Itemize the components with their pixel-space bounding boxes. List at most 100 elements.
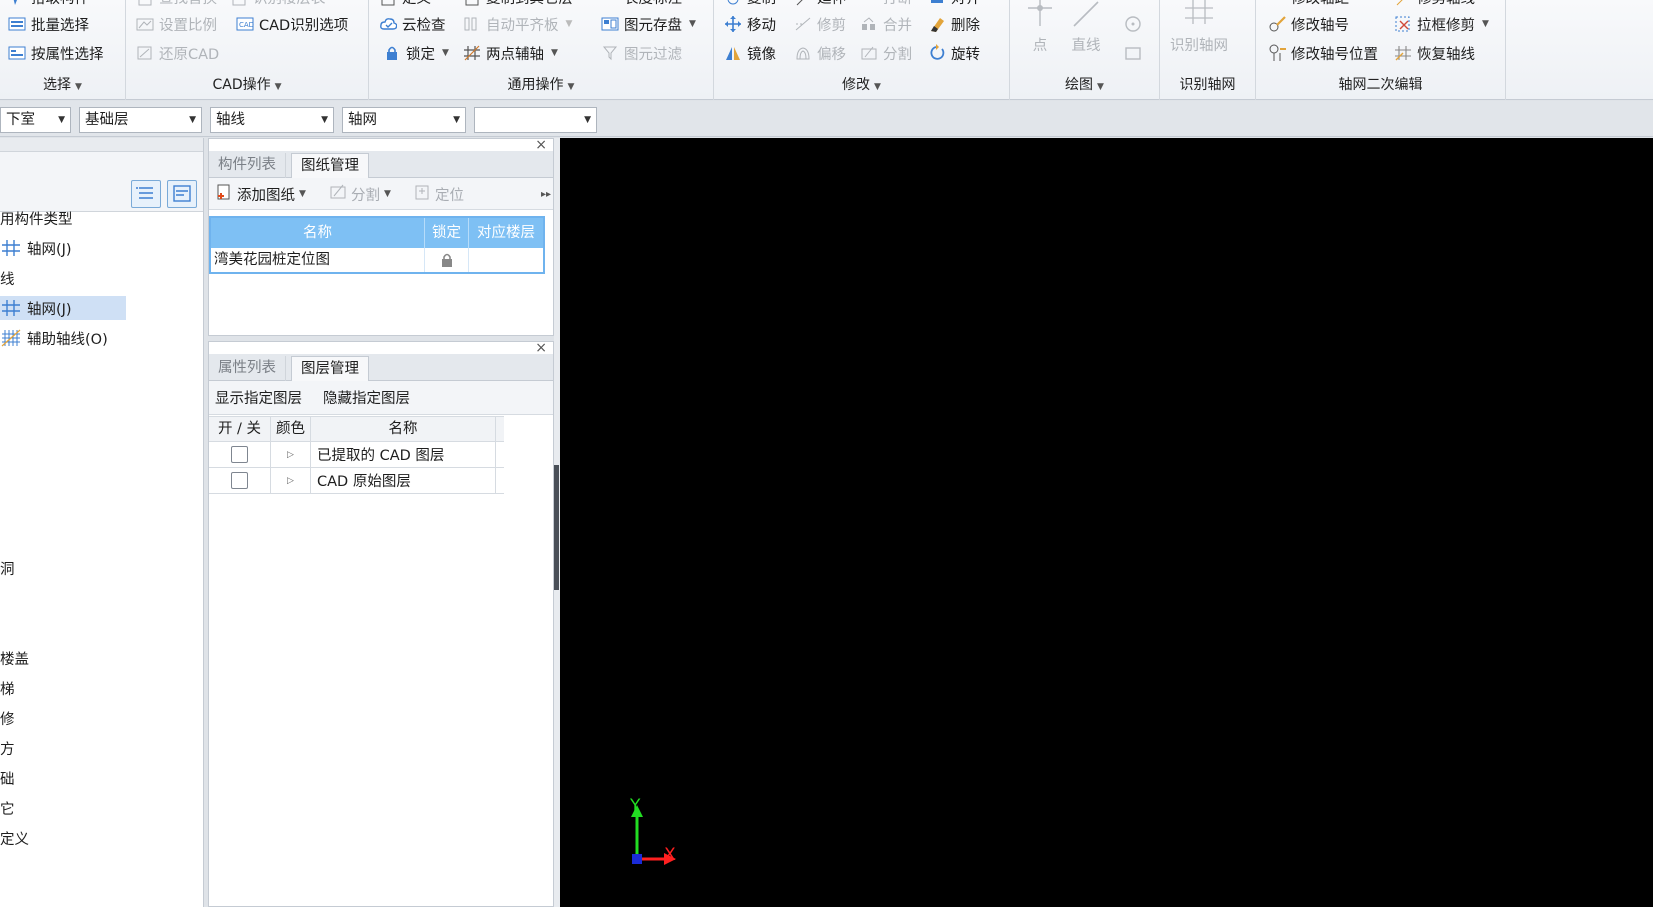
layer-visibility-checkbox[interactable]: [231, 446, 248, 463]
length-dimension-button[interactable]: 长度标注: [601, 0, 682, 8]
group-label-cad[interactable]: CAD操作 ▼: [126, 74, 368, 94]
draw-point-button[interactable]: 点: [1022, 0, 1058, 55]
table-row[interactable]: ▷ CAD 原始图层: [209, 468, 504, 494]
layer-name-cell: CAD 原始图层: [311, 468, 496, 493]
lock-cell[interactable]: [425, 248, 469, 272]
tab-drawing-management[interactable]: 图纸管理: [291, 153, 369, 178]
define-button[interactable]: 定义: [379, 0, 431, 8]
lock-button[interactable]: 锁定 ▼: [383, 41, 449, 65]
copy-to-other-floor-button[interactable]: 复制到其它层: [463, 0, 573, 8]
group-label-modify[interactable]: 修改 ▼: [714, 74, 1009, 94]
restore-axis-button[interactable]: 恢复轴线: [1394, 41, 1475, 65]
tree-category-other[interactable]: 它: [0, 796, 15, 820]
restore-cad-button[interactable]: 还原CAD: [136, 41, 219, 65]
merge-button[interactable]: 合并: [860, 12, 912, 36]
tab-component-list[interactable]: 构件列表: [209, 153, 286, 178]
copy-button[interactable]: 复制: [724, 0, 776, 8]
column-header-layer-name[interactable]: 名称: [311, 417, 496, 441]
edit-axis-number-position-button[interactable]: 修改轴号位置: [1268, 41, 1378, 65]
ribbon-group-modify: 复制 延伸 打断 对齐 移动 修剪: [714, 0, 1010, 100]
component-type-dropdown[interactable]: 轴网 ▼: [342, 107, 466, 133]
tree-category-axis[interactable]: 线: [0, 266, 15, 290]
auto-level-slab-button[interactable]: 自动平齐板 ▼: [463, 12, 572, 36]
show-layer-button[interactable]: 显示指定图层: [215, 385, 302, 409]
batch-select-button[interactable]: 批量选择: [8, 12, 89, 36]
splitter-grip[interactable]: [554, 465, 559, 590]
trim-button[interactable]: 修剪: [794, 12, 846, 36]
detail-view-icon: [173, 185, 191, 202]
break-button[interactable]: 打断: [860, 0, 912, 8]
tree-category-stairs[interactable]: 梯: [0, 676, 15, 700]
mirror-button[interactable]: 镜像: [724, 41, 776, 65]
pick-component-button[interactable]: 拾取构件: [8, 0, 89, 8]
table-row[interactable]: 湾美花园桩定位图: [211, 248, 543, 272]
expand-triangle-icon[interactable]: ▷: [271, 442, 311, 467]
tree-category-earthwork[interactable]: 方: [0, 736, 15, 760]
edit-axis-distance-button[interactable]: 修改轴距: [1268, 0, 1349, 8]
table-row[interactable]: ▷ 已提取的 CAD 图层: [209, 442, 504, 468]
add-drawing-button[interactable]: 添加图纸 ▼: [215, 182, 306, 206]
draw-rectangle-button[interactable]: [1124, 41, 1142, 65]
tree-category-foundation[interactable]: 础: [0, 766, 15, 790]
column-header-color[interactable]: 颜色: [271, 417, 311, 441]
tree-item-aux-axis[interactable]: 辅助轴线(O): [0, 326, 108, 350]
floor-dropdown[interactable]: 下室 ▼: [0, 107, 71, 133]
recognize-grid-button[interactable]: 识别轴网: [1170, 0, 1228, 55]
expand-triangle-icon[interactable]: ▷: [271, 468, 311, 493]
detail-view-button[interactable]: [167, 180, 197, 208]
layer-visibility-checkbox[interactable]: [231, 472, 248, 489]
category-dropdown[interactable]: 轴线 ▼: [210, 107, 334, 133]
move-button[interactable]: 移动: [724, 12, 776, 36]
tab-layer-management[interactable]: 图层管理: [291, 356, 369, 381]
group-label-select[interactable]: 选择 ▼: [0, 74, 125, 94]
delete-button[interactable]: 删除: [928, 12, 980, 36]
split-drawing-button[interactable]: 分割 ▼: [329, 182, 391, 206]
draw-circle-button[interactable]: [1124, 12, 1142, 36]
drawing-canvas[interactable]: Y X: [560, 138, 1653, 907]
list-view-button[interactable]: [131, 180, 161, 208]
mirror-icon: [724, 44, 742, 62]
set-scale-button[interactable]: 设置比例: [136, 12, 217, 36]
edit-axis-number-button[interactable]: 修改轴号: [1268, 12, 1349, 36]
column-header-name[interactable]: 名称: [211, 218, 425, 248]
layer-management-panel: × 属性列表 图层管理 显示指定图层 隐藏指定图层 开 / 关 颜色 名称 ▷ …: [208, 340, 554, 907]
column-header-toggle[interactable]: 开 / 关: [209, 417, 271, 441]
floor-cell[interactable]: [469, 248, 543, 272]
recognize-floor-table-button[interactable]: 识别楼层表: [230, 0, 326, 8]
group-label-common[interactable]: 通用操作 ▼: [369, 74, 713, 94]
extend-button[interactable]: 延伸: [794, 0, 846, 8]
element-filter-button[interactable]: 图元过滤: [601, 41, 682, 65]
cloud-check-button[interactable]: 云检查: [379, 12, 446, 36]
locate-drawing-button[interactable]: 定位: [413, 182, 464, 206]
tree-item-grid-common[interactable]: 轴网(J): [0, 236, 72, 260]
trim-axis-button[interactable]: 修剪轴线: [1394, 0, 1475, 8]
tree-item-grid[interactable]: 轴网(J): [0, 296, 126, 320]
rotate-button[interactable]: 旋转: [928, 41, 980, 65]
offset-button[interactable]: 偏移: [794, 41, 846, 65]
component-dropdown[interactable]: ▼: [474, 107, 597, 133]
align-button[interactable]: 对齐: [928, 0, 980, 8]
group-label-draw[interactable]: 绘图 ▼: [1010, 74, 1159, 94]
tree-category-common-types[interactable]: 用构件类型: [0, 206, 73, 230]
eraser-icon: [928, 15, 946, 33]
select-by-attribute-button[interactable]: 按属性选择: [8, 41, 104, 65]
tree-category-floor-cover[interactable]: 楼盖: [0, 646, 29, 670]
box-trim-button[interactable]: 拉框修剪 ▼: [1394, 12, 1489, 36]
tree-category-opening[interactable]: 洞: [0, 556, 15, 580]
element-save-button[interactable]: 图元存盘 ▼: [601, 12, 696, 36]
split-button[interactable]: 分割: [860, 41, 912, 65]
tree-category-custom[interactable]: 定义: [0, 826, 29, 850]
two-point-aux-axis-button[interactable]: 两点辅轴 ▼: [463, 41, 558, 65]
column-header-floor[interactable]: 对应楼层: [469, 218, 543, 248]
column-header-lock[interactable]: 锁定: [425, 218, 469, 248]
tree-category-decoration[interactable]: 修: [0, 706, 15, 730]
tab-property-list[interactable]: 属性列表: [209, 356, 286, 381]
layer-dropdown[interactable]: 基础层 ▼: [79, 107, 202, 133]
expand-toolbar-icon[interactable]: ▸▸: [541, 182, 551, 206]
draw-line-button[interactable]: 直线: [1068, 0, 1104, 55]
cad-options-button[interactable]: CAD CAD识别选项: [236, 12, 348, 36]
add-drawing-icon: [215, 183, 233, 205]
ribbon-group-common: 定义 复制到其它层 长度标注 云检查 自动平齐板▼ 图元存盘▼: [369, 0, 714, 100]
find-replace-button[interactable]: 查找替换: [136, 0, 217, 8]
hide-layer-button[interactable]: 隐藏指定图层: [323, 385, 410, 409]
